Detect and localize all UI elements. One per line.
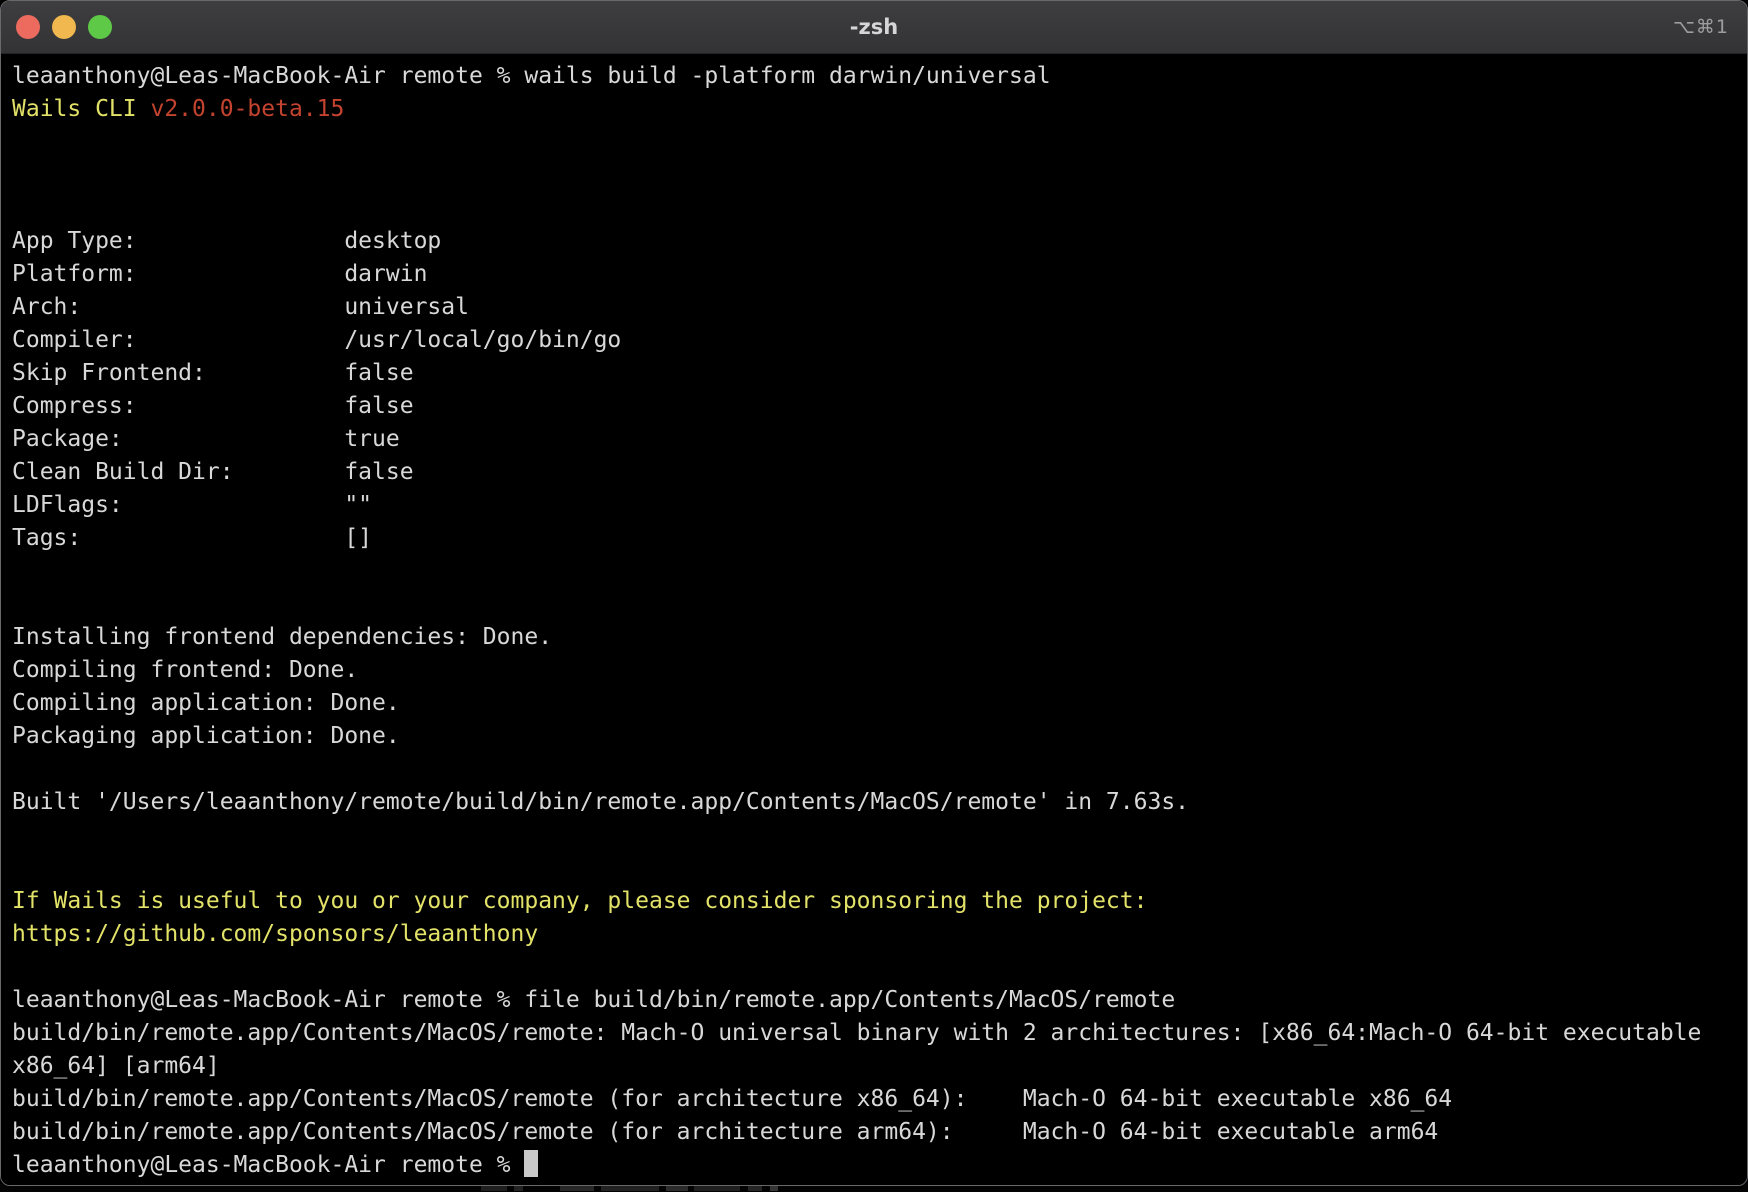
terminal-text-segment: leaanthony@Leas-MacBook-Air remote % fil… xyxy=(12,987,1175,1013)
terminal-text-segment: build/bin/remote.app/Contents/MacOS/remo… xyxy=(12,1020,1701,1046)
terminal-line xyxy=(12,852,1739,885)
terminal-text-segment: leaanthony@Leas-MacBook-Air remote % xyxy=(12,1152,524,1178)
terminal-text-segment: Clean Build Dir: false xyxy=(12,459,414,485)
terminal-line xyxy=(12,192,1739,225)
terminal-screen[interactable]: leaanthony@Leas-MacBook-Air remote % wai… xyxy=(1,54,1747,1185)
terminal-line: Wails CLI v2.0.0-beta.15 xyxy=(12,93,1739,126)
terminal-text-segment: LDFlags: "" xyxy=(12,492,372,518)
terminal-text-segment: https://github.com/sponsors/leaanthony xyxy=(12,921,538,947)
terminal-line: leaanthony@Leas-MacBook-Air remote % fil… xyxy=(12,984,1739,1017)
terminal-line: build/bin/remote.app/Contents/MacOS/remo… xyxy=(12,1116,1739,1149)
window-title: -zsh xyxy=(1,1,1747,53)
terminal-text-segment: Installing frontend dependencies: Done. xyxy=(12,624,552,650)
terminal-text-segment: Compiling frontend: Done. xyxy=(12,657,358,683)
terminal-line: leaanthony@Leas-MacBook-Air remote % xyxy=(12,1149,1739,1182)
terminal-text-segment: Skip Frontend: false xyxy=(12,360,414,386)
terminal-line: If Wails is useful to you or your compan… xyxy=(12,885,1739,918)
terminal-line: Arch: universal xyxy=(12,291,1739,324)
terminal-text-segment: Tags: [] xyxy=(12,525,372,551)
terminal-text-segment: x86_64] [arm64] xyxy=(12,1053,220,1079)
terminal-line: Compiler: /usr/local/go/bin/go xyxy=(12,324,1739,357)
terminal-text-segment: Packaging application: Done. xyxy=(12,723,400,749)
terminal-line xyxy=(12,753,1739,786)
terminal-line: Platform: darwin xyxy=(12,258,1739,291)
terminal-line: Packaging application: Done. xyxy=(12,720,1739,753)
titlebar[interactable]: -zsh ⌥⌘1 xyxy=(1,1,1747,54)
terminal-line: https://github.com/sponsors/leaanthony xyxy=(12,918,1739,951)
terminal-line xyxy=(12,951,1739,984)
desktop: -zsh ⌥⌘1 leaanthony@Leas-MacBook-Air rem… xyxy=(0,0,1748,1192)
terminal-line: Skip Frontend: false xyxy=(12,357,1739,390)
terminal-output[interactable]: leaanthony@Leas-MacBook-Air remote % wai… xyxy=(1,54,1747,1182)
terminal-line: Installing frontend dependencies: Done. xyxy=(12,621,1739,654)
terminal-line xyxy=(12,588,1739,621)
terminal-line: build/bin/remote.app/Contents/MacOS/remo… xyxy=(12,1083,1739,1116)
terminal-line xyxy=(12,555,1739,588)
terminal-line: build/bin/remote.app/Contents/MacOS/remo… xyxy=(12,1017,1739,1050)
tab-shortcut-label: ⌥⌘1 xyxy=(1673,1,1729,53)
terminal-text-segment: Package: true xyxy=(12,426,400,452)
terminal-line: leaanthony@Leas-MacBook-Air remote % wai… xyxy=(12,60,1739,93)
terminal-line: Compiling frontend: Done. xyxy=(12,654,1739,687)
terminal-line: Tags: [] xyxy=(12,522,1739,555)
terminal-text-segment: App Type: desktop xyxy=(12,228,441,254)
terminal-line: Clean Build Dir: false xyxy=(12,456,1739,489)
terminal-line: Built '/Users/leaanthony/remote/build/bi… xyxy=(12,786,1739,819)
terminal-line xyxy=(12,159,1739,192)
terminal-line xyxy=(12,126,1739,159)
terminal-text-segment: Compiling application: Done. xyxy=(12,690,400,716)
terminal-text-segment: Compress: false xyxy=(12,393,414,419)
terminal-text-segment: Arch: universal xyxy=(12,294,469,320)
terminal-text-segment: build/bin/remote.app/Contents/MacOS/remo… xyxy=(12,1086,1452,1112)
terminal-line: App Type: desktop xyxy=(12,225,1739,258)
terminal-text-segment: Built '/Users/leaanthony/remote/build/bi… xyxy=(12,789,1189,815)
terminal-cursor xyxy=(524,1150,538,1177)
terminal-line: x86_64] [arm64] xyxy=(12,1050,1739,1083)
terminal-line: Compress: false xyxy=(12,390,1739,423)
terminal-text-segment: Platform: darwin xyxy=(12,261,427,287)
terminal-text-segment: Wails CLI xyxy=(12,96,150,122)
terminal-text-segment: leaanthony@Leas-MacBook-Air remote % wai… xyxy=(12,63,1051,89)
terminal-text-segment: If Wails is useful to you or your compan… xyxy=(12,888,1147,914)
terminal-line xyxy=(12,819,1739,852)
terminal-text-segment: v2.0.0-beta.15 xyxy=(150,96,344,122)
terminal-line: Package: true xyxy=(12,423,1739,456)
terminal-window: -zsh ⌥⌘1 leaanthony@Leas-MacBook-Air rem… xyxy=(0,0,1748,1186)
terminal-line: Compiling application: Done. xyxy=(12,687,1739,720)
terminal-text-segment: build/bin/remote.app/Contents/MacOS/remo… xyxy=(12,1119,1438,1145)
terminal-text-segment: Compiler: /usr/local/go/bin/go xyxy=(12,327,621,353)
terminal-line: LDFlags: "" xyxy=(12,489,1739,522)
